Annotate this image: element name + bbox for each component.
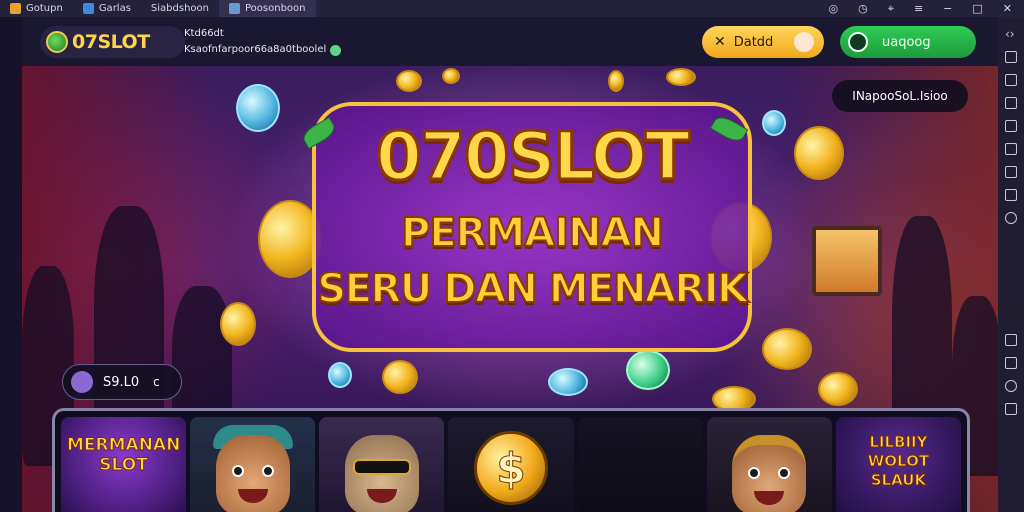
- mouth: [366, 489, 397, 503]
- site-header: 07SLOT Ktd66dt Ksaofnfarpoor66a8a0tboole…: [22, 17, 998, 66]
- notice-pill[interactable]: INapooSoL.Isioo: [832, 80, 968, 112]
- blue-gem-icon: [236, 84, 280, 132]
- balance-pill[interactable]: S9.L0 c: [62, 364, 182, 400]
- tab-label: Gotupn: [26, 3, 63, 14]
- bonus-badge-icon: [794, 32, 814, 52]
- keyboard-icon[interactable]: [1005, 143, 1017, 155]
- blue-gem-icon: [328, 362, 352, 388]
- gold-coin-icon: [442, 68, 460, 84]
- game-card[interactable]: $: [448, 417, 574, 512]
- eye: [231, 465, 244, 477]
- logo-text: 07SLOT: [72, 31, 150, 53]
- green-gem-icon: [626, 350, 670, 390]
- gold-coin-icon: [396, 70, 422, 92]
- balance-value: S9.L0: [103, 374, 140, 390]
- window-icon[interactable]: [1005, 74, 1017, 86]
- side-toolbar: ‹›: [998, 17, 1024, 512]
- gold-coin-icon: [794, 126, 844, 180]
- game-card-label: LILBIIY WOLOT SLAUK: [867, 433, 930, 490]
- gold-coin-icon: [382, 360, 418, 394]
- tab-siabdshoon[interactable]: Siabdshoon: [141, 0, 219, 17]
- window-titlebar: Gotupn Garlas Siabdshoon Poosonboon ◎ ◷ …: [0, 0, 1024, 17]
- sunglasses-icon: [352, 459, 411, 475]
- gold-coin-icon: [818, 372, 858, 406]
- home-icon[interactable]: [1005, 403, 1017, 415]
- record-icon[interactable]: [1005, 189, 1017, 201]
- site-logo[interactable]: 07SLOT: [40, 26, 185, 58]
- game-card[interactable]: LILBIIY WOLOT SLAUK: [835, 417, 961, 512]
- bear-face-icon: [344, 435, 419, 512]
- rotate-icon[interactable]: [1005, 380, 1017, 392]
- minimize-icon[interactable]: −: [943, 2, 952, 15]
- window-controls: ◎ ◷ ⌖ ≡ − □ ✕: [829, 0, 1012, 17]
- gold-coin-icon: [608, 70, 624, 92]
- hero-subtitle-2: SERU DAN MENARIK: [316, 265, 749, 313]
- close-icon[interactable]: ✕: [1003, 2, 1012, 15]
- mouth: [754, 491, 785, 505]
- game-card[interactable]: [190, 417, 316, 512]
- account-icon[interactable]: ◎: [829, 2, 839, 15]
- bear-face-icon: [732, 435, 807, 512]
- game-card[interactable]: [706, 417, 832, 512]
- gold-coin-icon: [666, 68, 696, 86]
- dollar-coin-icon: $: [473, 431, 548, 505]
- back-icon[interactable]: ‹›: [1005, 28, 1017, 40]
- game-card[interactable]: [319, 417, 445, 512]
- pin-icon[interactable]: ⌖: [888, 2, 894, 16]
- game-card[interactable]: [577, 417, 703, 512]
- tab-label: Poosonboon: [245, 3, 306, 14]
- menu-icon[interactable]: ≡: [914, 2, 923, 15]
- user-info: Ktd66dt Ksaofnfarpoor66a8a0tboolel: [184, 26, 342, 58]
- game-card[interactable]: MERMANAN SLOT: [61, 417, 187, 512]
- tab-garlas[interactable]: Garlas: [73, 0, 141, 17]
- wallet-icon: [71, 371, 93, 393]
- register-label: Datdd: [733, 34, 774, 50]
- location-icon[interactable]: [1005, 212, 1017, 224]
- game-strip: MERMANAN SLOT $ LILBIIY WOLOT SLAUK: [52, 408, 970, 512]
- user-name: Ktd66dt: [184, 28, 224, 39]
- user-icon: [848, 32, 868, 52]
- layout-icon[interactable]: [1005, 120, 1017, 132]
- bear-face-icon: [215, 435, 290, 512]
- app-icon: [82, 3, 94, 14]
- logo-emblem-icon: [46, 31, 68, 53]
- gold-coin-icon: [220, 302, 256, 346]
- settings-icon[interactable]: [1005, 51, 1017, 63]
- history-icon[interactable]: ◷: [858, 2, 868, 15]
- tab-poosonboon[interactable]: Poosonboon: [219, 0, 316, 17]
- mouth: [237, 489, 268, 503]
- eye: [261, 465, 274, 477]
- maximize-icon[interactable]: □: [972, 2, 982, 15]
- register-button[interactable]: ✕ Datdd: [702, 26, 824, 58]
- phone-icon[interactable]: [1005, 357, 1017, 369]
- app-icon: [229, 3, 240, 14]
- hero-title: 070SLOT: [374, 117, 691, 197]
- app-icon: [10, 3, 21, 14]
- hero-subtitle-1: PERMAINAN: [400, 209, 665, 257]
- tab-label: Siabdshoon: [150, 3, 209, 14]
- close-x-icon: ✕: [714, 34, 726, 50]
- status-icon: [330, 44, 342, 56]
- gold-coin-icon: [762, 328, 812, 370]
- gamepad-icon[interactable]: [1005, 166, 1017, 178]
- arcade-screen: [812, 226, 882, 296]
- blue-gem-icon: [548, 368, 588, 396]
- volume-icon[interactable]: [1005, 97, 1017, 109]
- game-card-label: MERMANAN SLOT: [66, 435, 181, 476]
- login-label: uaqoog: [882, 34, 931, 50]
- eye: [748, 467, 761, 479]
- eye: [778, 467, 791, 479]
- folder-icon[interactable]: [1005, 334, 1017, 346]
- login-button[interactable]: uaqoog: [840, 26, 976, 58]
- tab-label: Garlas: [98, 3, 131, 14]
- user-subtitle: Ksaofnfarpoor66a8a0tboolel: [184, 44, 327, 55]
- blue-gem-icon: [762, 110, 786, 136]
- balance-chevron: c: [153, 375, 160, 389]
- tab-gotupn[interactable]: Gotupn: [0, 0, 73, 17]
